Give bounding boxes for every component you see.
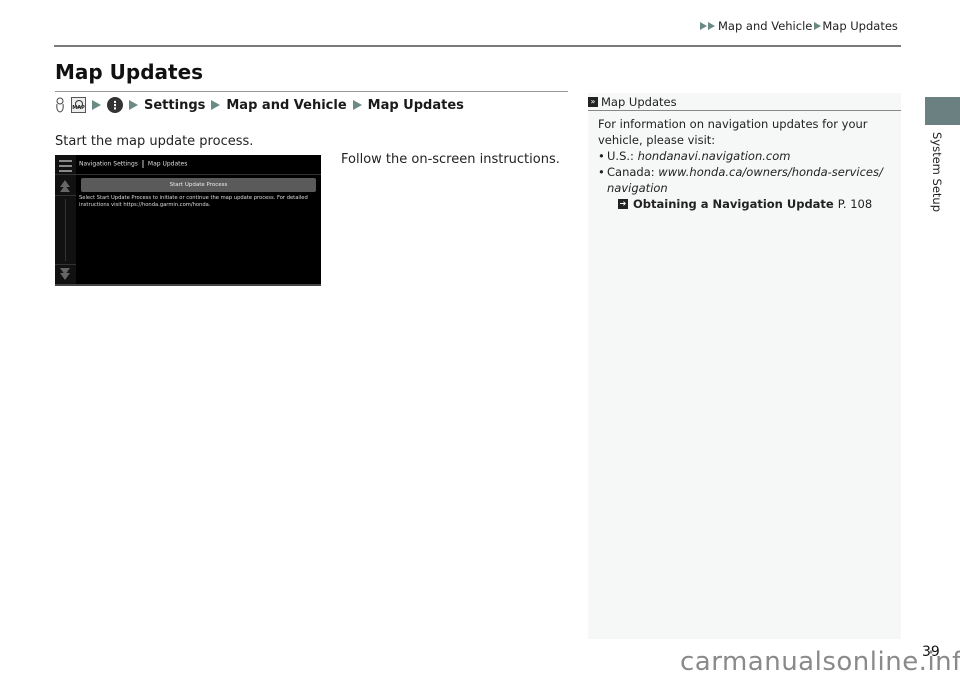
- triangle-icon: [700, 22, 707, 30]
- page-title: Map Updates: [55, 60, 204, 84]
- page-number: 39: [922, 644, 940, 660]
- voice-command-icon: [55, 97, 65, 113]
- screen-side-panel: [55, 155, 76, 286]
- breadcrumb-item[interactable]: Map Updates: [822, 19, 898, 33]
- intro-text: Start the map update process.: [55, 134, 254, 149]
- list-item-label: U.S.:: [607, 149, 634, 163]
- section-tab-label[interactable]: System Setup: [924, 132, 944, 222]
- divider: [55, 174, 76, 175]
- header-divider: [54, 45, 901, 47]
- screen-subtitle-text: Map Updates: [147, 160, 188, 168]
- url-link[interactable]: www.honda.ca/owners/honda-services/: [658, 165, 883, 179]
- arrow-right-icon: ➔: [618, 199, 628, 209]
- note-intro: For information on navigation updates fo…: [598, 117, 868, 147]
- navigation-path: MAP ⋮ Settings Map and Vehicle Map Updat…: [55, 97, 464, 113]
- watermark: carmanualsonline.info: [680, 647, 960, 677]
- url-link-continued[interactable]: navigation: [598, 180, 898, 196]
- screen-title-text: Navigation Settings: [79, 160, 138, 168]
- list-item: • Canada: www.honda.ca/owners/honda-serv…: [598, 164, 898, 180]
- breadcrumb-item[interactable]: Map and Vehicle: [718, 19, 812, 33]
- menu-icon: ⋮: [107, 97, 123, 113]
- cross-reference[interactable]: ➔ Obtaining a Navigation Update P. 108: [598, 196, 898, 212]
- divider: [55, 195, 76, 196]
- start-update-button: Start Update Process: [81, 178, 316, 192]
- divider: [55, 284, 321, 286]
- title-divider: [55, 91, 568, 92]
- triangle-icon: [352, 100, 362, 110]
- list-item-label: Canada:: [607, 165, 655, 179]
- note-divider: [588, 110, 901, 111]
- section-tab-marker: [925, 97, 960, 125]
- note-heading: » Map Updates: [588, 95, 677, 109]
- bullet-icon: •: [598, 165, 605, 179]
- triangle-icon: [129, 100, 138, 110]
- nav-screen-image: Navigation Settings Map Updates Start Upd…: [55, 155, 321, 286]
- url-link[interactable]: hondanavi.navigation.com: [638, 149, 791, 163]
- header-breadcrumb: Map and Vehicle Map Updates: [700, 19, 898, 33]
- list-item: • U.S.: hondanavi.navigation.com: [598, 148, 898, 164]
- xref-title[interactable]: Obtaining a Navigation Update: [633, 196, 834, 212]
- screen-title: Navigation Settings Map Updates: [79, 160, 187, 168]
- scroll-up-icon: [60, 185, 70, 192]
- scroll-down-icon: [60, 273, 70, 280]
- scroll-track: [65, 199, 66, 261]
- triangle-icon: [708, 22, 715, 30]
- triangle-icon: [814, 22, 822, 30]
- triangle-icon: [211, 100, 221, 110]
- divider: [76, 174, 321, 175]
- path-step: Map and Vehicle: [226, 97, 347, 113]
- note-body: For information on navigation updates fo…: [598, 116, 898, 212]
- hamburger-icon: [59, 160, 72, 175]
- note-marker-icon: »: [588, 97, 598, 107]
- xref-page[interactable]: P. 108: [838, 196, 872, 212]
- screen-description: Select Start Update Process to initiate …: [79, 195, 308, 208]
- divider: [55, 264, 76, 265]
- path-step: Map Updates: [367, 97, 464, 113]
- path-step: Settings: [144, 97, 206, 113]
- triangle-icon: [92, 100, 101, 110]
- bullet-icon: •: [598, 149, 605, 163]
- note-heading-text: Map Updates: [601, 95, 677, 109]
- instruction-text: Follow the on-screen instructions.: [341, 152, 560, 167]
- map-button-icon: MAP: [71, 97, 86, 113]
